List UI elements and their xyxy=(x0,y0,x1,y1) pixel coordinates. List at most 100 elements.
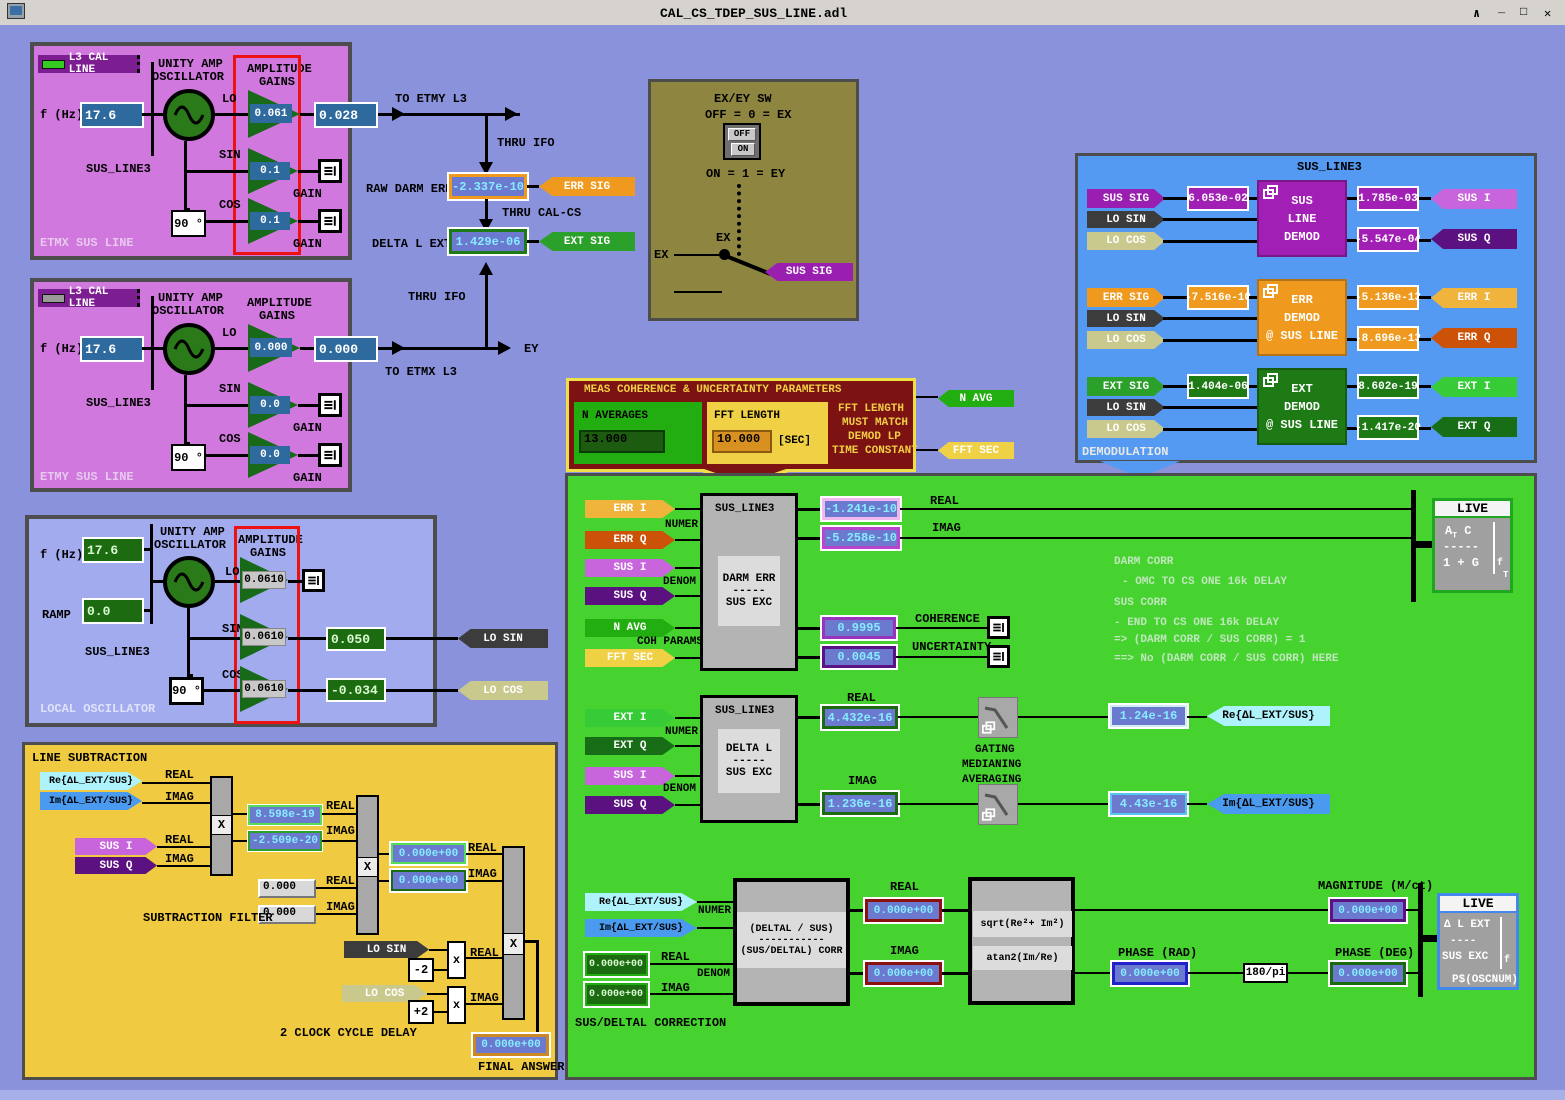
imag-label: IMAG xyxy=(470,991,499,1005)
x-small-box-1: x xyxy=(447,941,466,979)
etmx-sin-gain[interactable]: 0.1 xyxy=(250,162,290,180)
etmy-sin-gain[interactable]: 0.0 xyxy=(250,396,290,414)
corr-block-inner: (DELTAL / SUS)-----------(SUS/DELTAL) CO… xyxy=(737,912,846,968)
ls-mid-1: 0.000e+00 xyxy=(391,843,466,864)
err-demod-block[interactable]: ERRDEMOD@ SUS LINE xyxy=(1257,279,1347,356)
gating-button-real[interactable] xyxy=(978,697,1018,738)
lo-label: LO xyxy=(225,565,239,579)
osc-title: UNITY AMP xyxy=(158,291,223,305)
sus-line-demod-block[interactable]: SUSLINEDEMOD xyxy=(1257,180,1347,257)
err-sig-in-tag: ERR SIG xyxy=(1087,288,1165,307)
tf-real-value: 4.432e-16 xyxy=(822,706,898,729)
phase-deg-value: 0.000e+00 xyxy=(1330,962,1406,985)
ls-out-2: -2.509e-20 xyxy=(248,831,322,851)
led-indicator xyxy=(42,294,65,303)
phase-deg-label: PHASE (DEG) xyxy=(1335,946,1414,960)
osc-title: UNITY AMP xyxy=(160,525,225,539)
uncertainty-label: UNCERTAINTY xyxy=(912,640,991,654)
gating-button-imag[interactable] xyxy=(978,784,1018,825)
exey-switch[interactable]: OFF ON xyxy=(723,123,761,160)
raw-darm-err-value: -2.337e-10 xyxy=(449,174,527,199)
lo-sin-tag: LO SIN xyxy=(458,629,548,648)
fft-length-input[interactable]: 10.000 xyxy=(712,430,772,453)
off-button[interactable]: OFF xyxy=(728,128,756,141)
sus-i-tag: SUS I xyxy=(75,838,157,855)
ls-out-1: 8.598e-19 xyxy=(248,805,322,825)
etmy-oscillator-icon xyxy=(163,323,215,375)
imag-label: IMAG xyxy=(932,521,961,535)
shade-button[interactable]: ∧ xyxy=(1473,6,1480,21)
coherence-label: COHERENCE xyxy=(915,612,980,626)
etmx-oscillator-icon xyxy=(163,89,215,141)
meas-note: FFT LENGTH xyxy=(838,403,904,415)
coherence-display-button[interactable] xyxy=(987,616,1010,639)
etmy-cos-gain-display-button[interactable] xyxy=(318,443,342,467)
thru-ifo-label: THRU IFO xyxy=(497,136,555,150)
sus-line3-label: SUS_LINE3 xyxy=(86,162,151,176)
raw-darm-err-label: RAW DARM ERR xyxy=(366,182,452,196)
ext-q-value: -1.417e-20 xyxy=(1357,415,1419,440)
corr-imag-input[interactable]: 0.000e+00 xyxy=(587,985,646,1004)
uncertainty-display-button[interactable] xyxy=(987,645,1010,668)
etmx-freq-input[interactable]: 17.6 xyxy=(80,102,144,128)
on-button[interactable]: ON xyxy=(731,143,755,156)
mag-phase-block[interactable] xyxy=(968,877,1075,1005)
corr-real-input[interactable]: 0.000e+00 xyxy=(587,955,646,974)
minimize-button[interactable]: _ xyxy=(1498,2,1505,16)
im-in-tag: Im{ΔL_EXT/SUS} xyxy=(585,919,697,937)
etmx-phase-box[interactable]: 90 ° xyxy=(171,210,206,237)
losc-sin-gain[interactable]: 0.0610 xyxy=(242,628,286,646)
etmy-sin-gain-display-button[interactable] xyxy=(318,393,342,417)
etmx-cos-gain[interactable]: 0.1 xyxy=(250,212,290,230)
exey-title: EX/EY SW xyxy=(714,92,772,106)
block-line: SUS xyxy=(1291,194,1313,208)
etmx-cos-gain-display-button[interactable] xyxy=(318,209,342,233)
maximize-button[interactable]: □ xyxy=(1520,5,1527,19)
tf-block-inner: DELTA L-----SUS EXC xyxy=(718,729,780,793)
losc-ramp-input[interactable]: 0.0 xyxy=(82,598,144,624)
etmx-lo-gain[interactable]: 0.061 xyxy=(250,104,292,123)
losc-lo-display-button[interactable] xyxy=(302,569,325,592)
ext-sig-tag: EXT SIG xyxy=(539,232,635,251)
lo-cos-in-tag: LO COS xyxy=(1087,331,1165,349)
phase-rad-label: PHASE (RAD) xyxy=(1118,946,1197,960)
losc-freq-input[interactable]: 17.6 xyxy=(82,537,144,563)
lo-cos-tag: LO COS xyxy=(458,681,548,700)
lo-cos-in-tag: LO COS xyxy=(1087,420,1165,438)
live-title: LIVE xyxy=(1440,896,1516,913)
gain-label: GAIN xyxy=(293,237,322,251)
close-button[interactable]: ✕ xyxy=(1544,6,1551,21)
l3-cal-line-label: L3 CAL LINE xyxy=(69,52,137,76)
etmy-freq-input[interactable]: 17.6 xyxy=(80,336,144,362)
f-hz-label: f (Hz) xyxy=(40,108,83,122)
err-i-tag: ERR I xyxy=(1431,288,1517,308)
coh-block-inner: DARM ERR-----SUS EXC xyxy=(718,556,780,626)
meas-title: MEAS COHERENCE & UNCERTAINTY PARAMETERS xyxy=(584,384,841,396)
numer-label: NUMER xyxy=(665,726,698,738)
losc-footer: LOCAL OSCILLATOR xyxy=(40,702,155,716)
l3-cal-line-button[interactable]: L3 CAL LINE xyxy=(38,55,140,73)
gain-label: GAIN xyxy=(293,471,322,485)
l3-cal-line-button[interactable]: L3 CAL LINE xyxy=(38,289,140,307)
delta-l-ext-value: 1.429e-06 xyxy=(449,229,527,254)
f-hz-label: f (Hz) xyxy=(40,342,83,356)
ext-demod-block[interactable]: EXTDEMOD@ SUS LINE xyxy=(1257,368,1347,445)
etmy-lo-out: 0.000 xyxy=(314,336,378,362)
etmy-cos-gain[interactable]: 0.0 xyxy=(250,446,290,464)
etmy-lo-gain[interactable]: 0.000 xyxy=(250,338,292,357)
darm-corr-note: - OMC TO CS ONE 16k DELAY xyxy=(1122,576,1287,588)
losc-phase-box[interactable]: 90 ° xyxy=(169,677,204,705)
losc-cos-gain[interactable]: 0.0610 xyxy=(242,680,286,698)
n-averages-input[interactable]: 13.000 xyxy=(579,430,665,453)
live-model-box-1[interactable]: LIVE AT C ----- 1 + G f T xyxy=(1432,498,1513,593)
real-label: REAL xyxy=(470,946,499,960)
etmx-sin-gain-display-button[interactable] xyxy=(318,159,342,183)
meas-note: DEMOD LP xyxy=(848,431,901,443)
block-line: DEMOD xyxy=(1284,311,1320,325)
losc-lo-gain[interactable]: 0.0610 xyxy=(242,571,286,589)
sqrt-box: sqrt(Re²+ Im²) xyxy=(973,911,1072,937)
re-dl-tag: Re{ΔL_EXT/SUS} xyxy=(1207,706,1330,726)
subtraction-filter-input-1[interactable]: 0.000 xyxy=(258,879,316,898)
etmy-phase-box[interactable]: 90 ° xyxy=(171,444,206,471)
imag-label: IMAG xyxy=(165,852,194,866)
